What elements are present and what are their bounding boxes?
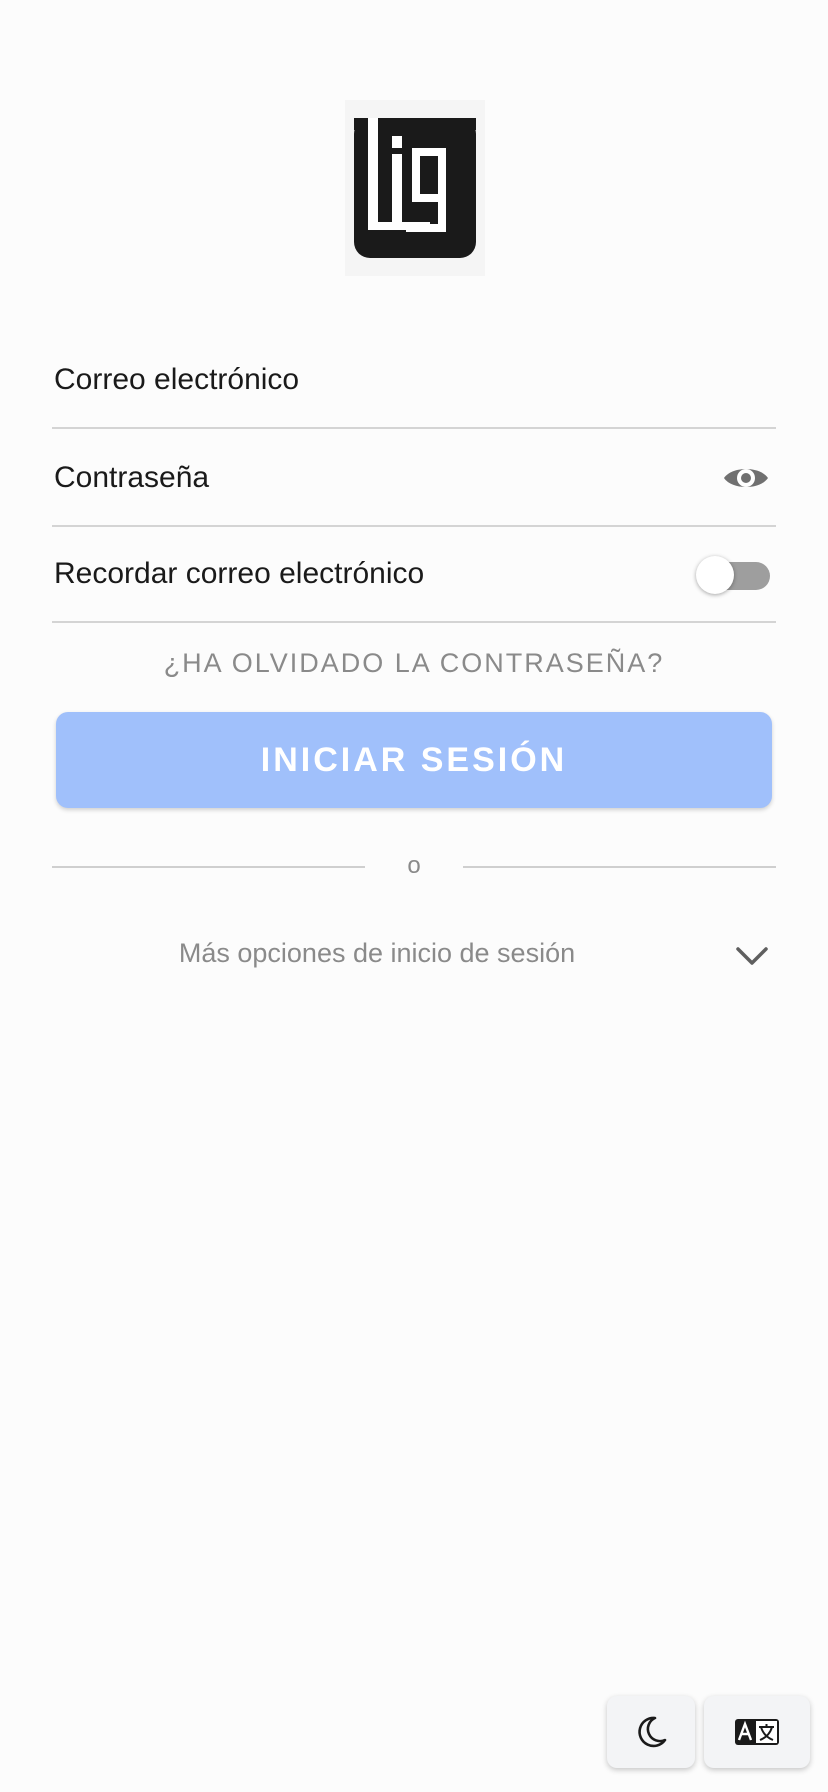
eye-icon	[724, 468, 768, 487]
forgot-password-link[interactable]: ¿HA OLVIDADO LA CONTRASEÑA?	[52, 648, 776, 679]
divider-line-left	[52, 866, 365, 868]
show-password-button[interactable]	[718, 450, 774, 506]
or-divider: o	[52, 852, 776, 882]
password-field[interactable]	[52, 460, 652, 495]
toggle-thumb	[696, 556, 734, 594]
translate-icon	[735, 1719, 779, 1745]
dark-mode-button[interactable]	[607, 1696, 695, 1768]
moon-icon	[638, 1716, 667, 1748]
language-button[interactable]	[704, 1696, 810, 1768]
password-row	[52, 430, 776, 527]
remember-email-toggle[interactable]	[696, 554, 770, 594]
signin-button[interactable]: INICIAR SESIÓN	[56, 712, 772, 808]
lig-logo-icon	[354, 118, 476, 258]
email-row	[52, 332, 776, 429]
remember-email-label: Recordar correo electrónico	[54, 557, 425, 590]
email-field[interactable]	[52, 362, 652, 397]
more-options-label: Más opciones de inicio de sesión	[178, 938, 576, 968]
more-signin-options[interactable]: Más opciones de inicio de sesión	[52, 930, 776, 982]
remember-email-row: Recordar correo electrónico	[52, 527, 776, 623]
divider-line-right	[463, 866, 776, 868]
chevron-down-icon	[736, 947, 768, 965]
divider-text: o	[407, 852, 421, 879]
login-screen: Recordar correo electrónico ¿HA OLVIDADO…	[0, 0, 828, 1792]
app-logo	[345, 100, 485, 276]
